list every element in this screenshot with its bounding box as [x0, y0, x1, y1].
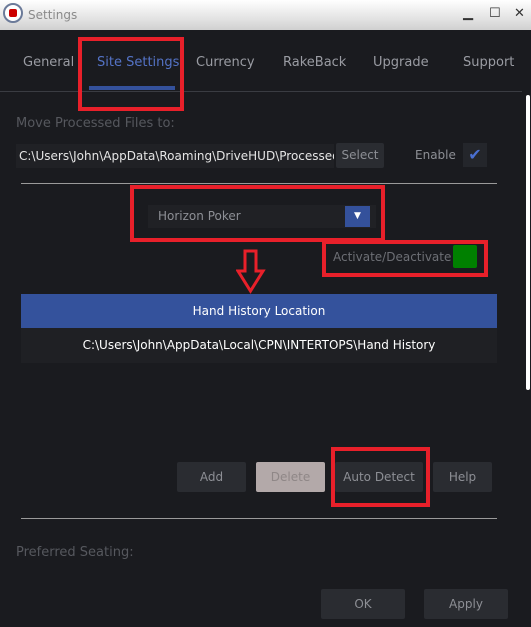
table-header: Hand History Location [21, 294, 497, 328]
help-button[interactable]: Help [433, 462, 492, 492]
ok-button[interactable]: OK [321, 589, 405, 619]
section-divider [21, 518, 497, 519]
highlight-box-auto-detect [331, 447, 430, 507]
window-title: Settings [28, 8, 78, 22]
enable-label: Enable [415, 148, 456, 162]
delete-button[interactable]: Delete [256, 462, 325, 492]
checkmark-icon: ✔ [468, 145, 482, 164]
section-divider [21, 183, 497, 184]
select-button[interactable]: Select [336, 143, 384, 168]
scrollbar[interactable] [526, 95, 530, 390]
processed-path-input[interactable]: C:\Users\John\AppData\Roaming\DriveHUD\P… [16, 144, 334, 168]
tab-rakeback[interactable]: RakeBack [283, 55, 346, 70]
maximize-button[interactable]: ☐ [489, 6, 501, 21]
table-row[interactable]: C:\Users\John\AppData\Local\CPN\INTERTOP… [21, 328, 497, 363]
close-button[interactable]: ✕ [514, 6, 525, 21]
highlight-box-tab [78, 37, 184, 111]
minimize-button[interactable]: ▁ [463, 6, 473, 21]
tab-general[interactable]: General [23, 55, 74, 70]
tab-currency[interactable]: Currency [196, 55, 255, 70]
preferred-seating-label: Preferred Seating: [16, 545, 134, 560]
tab-support[interactable]: Support [463, 55, 514, 70]
title-bar [0, 0, 531, 30]
enable-checkbox[interactable]: ✔ [463, 143, 487, 167]
add-button[interactable]: Add [177, 462, 246, 492]
down-arrow-annotation-icon [236, 249, 266, 294]
highlight-box-activate [322, 240, 488, 277]
move-processed-label: Move Processed Files to: [16, 116, 175, 131]
app-logo-icon [3, 3, 23, 23]
tab-upgrade[interactable]: Upgrade [373, 55, 429, 70]
apply-button[interactable]: Apply [424, 589, 508, 619]
highlight-box-dropdown [130, 185, 385, 242]
